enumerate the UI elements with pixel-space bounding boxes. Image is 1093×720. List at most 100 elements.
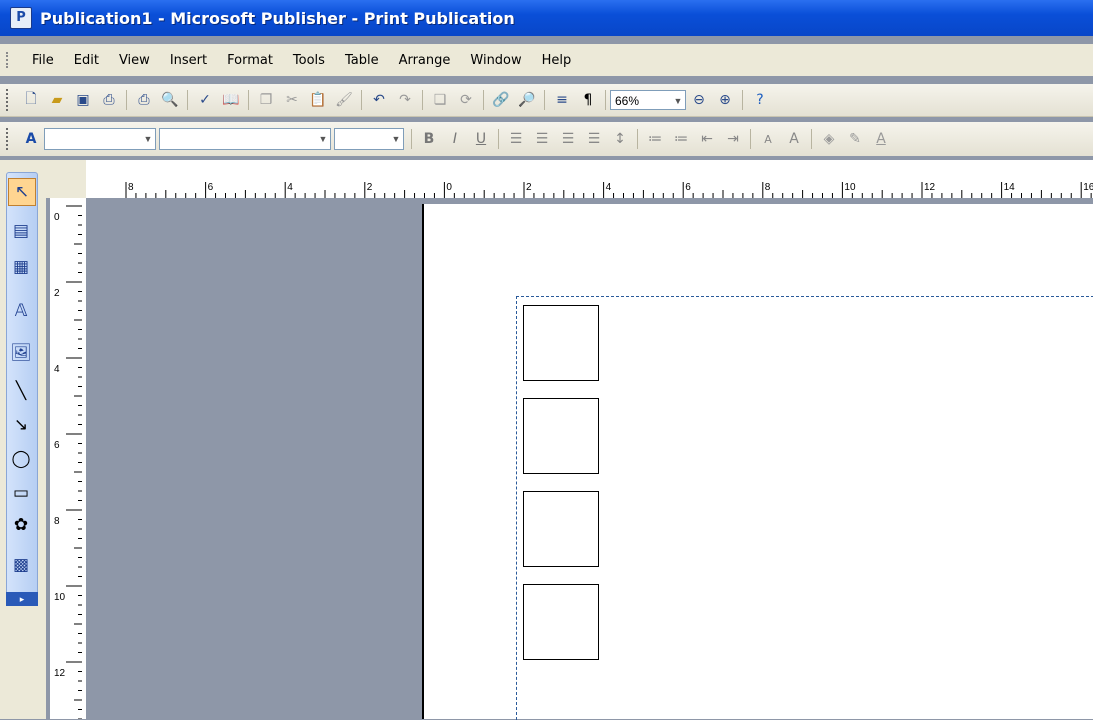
save-icon[interactable]: ▣ — [72, 89, 94, 111]
undo-icon[interactable]: ↶ — [368, 89, 390, 111]
separator — [361, 90, 362, 110]
ruler-label: 10 — [54, 592, 66, 603]
ruler-label: 4 — [54, 364, 60, 375]
rectangle-shape[interactable] — [523, 491, 599, 567]
scratch-area[interactable] — [86, 198, 422, 719]
ruler-corner[interactable] — [46, 160, 87, 198]
line-icon[interactable]: ╲ — [8, 378, 34, 404]
help-icon[interactable]: ? — [749, 89, 771, 111]
menu-help[interactable]: Help — [532, 53, 582, 68]
ruler-label: 10 — [844, 182, 856, 193]
menu-table[interactable]: Table — [335, 53, 389, 68]
bullets-icon[interactable]: ≔ — [670, 128, 692, 150]
separator — [637, 129, 638, 149]
toolbar-grip[interactable] — [6, 52, 16, 68]
format-painter-icon[interactable]: 🖌 — [333, 89, 355, 111]
increase-indent-icon[interactable]: ⇥ — [722, 128, 744, 150]
new-icon[interactable]: 🗋 — [20, 89, 42, 111]
picture-icon[interactable]: 🖼 — [8, 340, 34, 366]
increase-font-icon[interactable]: A — [783, 128, 805, 150]
zoom-select[interactable]: 66% ▼ — [610, 90, 686, 110]
select-arrow-icon[interactable]: ↖ — [8, 178, 36, 206]
zoom-page-icon[interactable]: 🔎 — [516, 89, 538, 111]
fill-color-icon[interactable]: ◈ — [818, 128, 840, 150]
menu-view[interactable]: View — [109, 53, 160, 68]
menu-bar: File Edit View Insert Format Tools Table… — [0, 44, 1093, 76]
rectangle-shape[interactable] — [523, 584, 599, 660]
text-box-icon[interactable]: ▤ — [8, 218, 34, 244]
rectangle-icon[interactable]: ▭ — [8, 480, 34, 506]
menu-insert[interactable]: Insert — [160, 53, 217, 68]
bring-forward-icon[interactable]: ❏ — [429, 89, 451, 111]
research-icon[interactable]: 📖 — [220, 89, 242, 111]
oval-icon[interactable]: ◯ — [8, 446, 34, 472]
ruler-label: 16 — [1083, 182, 1093, 193]
design-gallery-icon[interactable]: ▩ — [8, 552, 34, 578]
line-spacing-icon[interactable]: ↕ — [609, 128, 631, 150]
style-select[interactable]: ▼ — [44, 128, 156, 150]
toolbar-grip[interactable] — [6, 128, 12, 150]
ruler-label: 12 — [54, 668, 66, 679]
zoom-out-icon[interactable]: ⊖ — [688, 89, 710, 111]
rectangle-shape[interactable] — [523, 398, 599, 474]
cut-icon[interactable]: ✂ — [281, 89, 303, 111]
chevron-down-icon[interactable]: ▼ — [141, 129, 155, 149]
toolbar-grip[interactable] — [6, 89, 12, 111]
zoom-value: 66% — [615, 94, 640, 108]
ruler-label: 6 — [208, 182, 214, 193]
insert-hyperlink-icon[interactable]: 🔗 — [490, 89, 512, 111]
menu-arrange[interactable]: Arrange — [389, 53, 461, 68]
spelling-icon[interactable]: ✓ — [194, 89, 216, 111]
zoom-in-icon[interactable]: ⊕ — [714, 89, 736, 111]
open-icon[interactable]: ▰ — [46, 89, 68, 111]
redo-icon[interactable]: ↷ — [394, 89, 416, 111]
separator — [422, 90, 423, 110]
menu-window[interactable]: Window — [460, 53, 531, 68]
columns-icon[interactable]: ≡ — [551, 89, 573, 111]
styles-icon[interactable]: A — [20, 128, 42, 150]
menu-format[interactable]: Format — [217, 53, 283, 68]
separator — [411, 129, 412, 149]
decrease-font-icon[interactable]: A — [757, 128, 779, 150]
copy-icon[interactable]: ❐ — [255, 89, 277, 111]
align-left-icon[interactable]: ☰ — [505, 128, 527, 150]
table-icon[interactable]: ▦ — [8, 254, 34, 280]
chevron-down-icon[interactable]: ▼ — [671, 91, 685, 111]
autoshapes-icon[interactable]: ✿ — [8, 512, 34, 538]
wordart-icon[interactable]: 𝔸 — [8, 298, 34, 324]
menu-tools[interactable]: Tools — [283, 53, 335, 68]
paste-icon[interactable]: 📋 — [307, 89, 329, 111]
print-preview-icon[interactable]: 🔍 — [159, 89, 181, 111]
rotate-icon[interactable]: ⟳ — [455, 89, 477, 111]
menu-file[interactable]: File — [22, 53, 64, 68]
center-icon[interactable]: ☰ — [531, 128, 553, 150]
permission-icon[interactable]: ⎙ — [98, 89, 120, 111]
chevron-down-icon[interactable]: ▼ — [389, 129, 403, 149]
numbering-icon[interactable]: ≔ — [644, 128, 666, 150]
underline-icon[interactable]: U — [470, 128, 492, 150]
bold-icon[interactable]: B — [418, 128, 440, 150]
align-right-icon[interactable]: ☰ — [557, 128, 579, 150]
pilcrow-icon[interactable]: ¶ — [577, 89, 599, 111]
line-color-icon[interactable]: ✎ — [844, 128, 866, 150]
decrease-indent-icon[interactable]: ⇤ — [696, 128, 718, 150]
print-icon[interactable]: ⎙ — [133, 89, 155, 111]
menu-edit[interactable]: Edit — [64, 53, 109, 68]
ruler-label: 6 — [54, 440, 60, 451]
vertical-ruler[interactable]: 0 2 4 6 8 10 12 — [50, 198, 87, 719]
font-select[interactable]: ▼ — [159, 128, 331, 150]
arrow-icon[interactable]: ↘ — [8, 412, 34, 438]
font-color-icon[interactable]: A — [870, 128, 892, 150]
separator — [811, 129, 812, 149]
chevron-down-icon[interactable]: ▼ — [316, 129, 330, 149]
publisher-icon[interactable]: P — [10, 7, 32, 29]
separator — [187, 90, 188, 110]
horizontal-ruler[interactable]: 8 6 4 2 0 2 4 6 8 10 12 14 16 — [86, 160, 1093, 199]
toolbar-options-icon[interactable]: ▸ — [6, 592, 38, 606]
italic-icon[interactable]: I — [444, 128, 466, 150]
justify-icon[interactable]: ☰ — [583, 128, 605, 150]
font-size-select[interactable]: ▼ — [334, 128, 404, 150]
rectangle-shape[interactable] — [523, 305, 599, 381]
ruler-label: 12 — [924, 182, 936, 193]
window-title: Publication1 - Microsoft Publisher - Pri… — [40, 8, 515, 28]
